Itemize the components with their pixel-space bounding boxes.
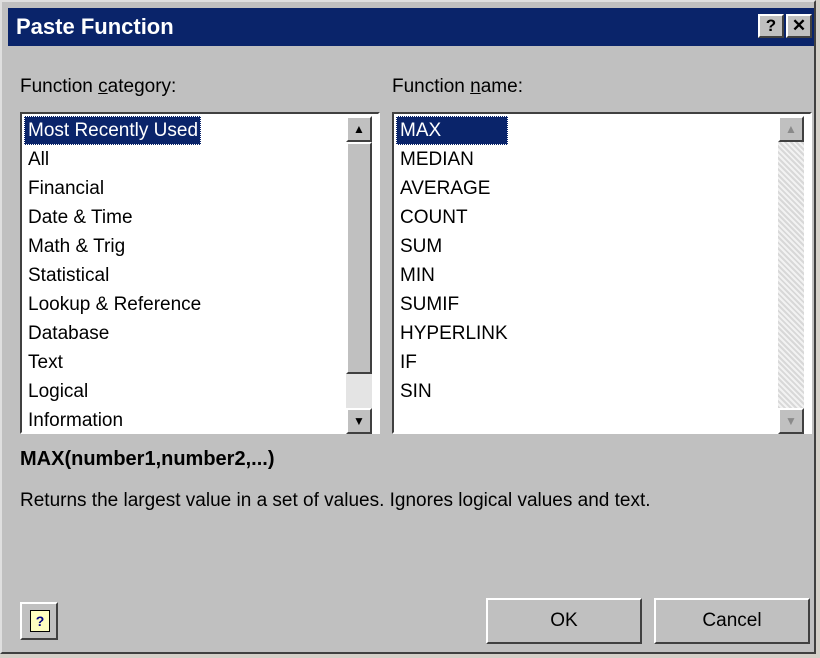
function-list-item[interactable]: SUM [396, 232, 508, 261]
category-list-item[interactable]: Most Recently Used [24, 116, 202, 145]
function-syntax: MAX(number1,number2,...) [20, 448, 275, 470]
close-button[interactable]: ✕ [786, 14, 812, 38]
cancel-button[interactable]: Cancel [654, 598, 810, 644]
function-list-item[interactable]: SUMIF [396, 290, 508, 319]
function-list-item[interactable]: MIN [396, 261, 508, 290]
category-list-item[interactable]: All [24, 145, 201, 174]
category-list-item[interactable]: Lookup & Reference [24, 290, 201, 319]
function-name-list[interactable]: MAX MEDIAN AVERAGE COUNT SUM MIN SUMIF HYPERLIN… [392, 112, 812, 434]
category-list-item[interactable]: Logical [24, 377, 201, 406]
category-list-item[interactable]: Statistical [24, 261, 201, 290]
category-list-item[interactable]: Financial [24, 174, 201, 203]
title-bar[interactable]: Paste Function ? ✕ [8, 8, 814, 46]
function-name-scroll-track [778, 142, 804, 408]
ok-button[interactable]: OK [486, 598, 642, 644]
category-list-item[interactable]: Date & Time [24, 203, 201, 232]
function-name-label: Function name: [392, 76, 523, 97]
function-list-item[interactable]: AVERAGE [396, 174, 508, 203]
function-list-item[interactable]: COUNT [396, 203, 508, 232]
function-list-item[interactable]: SIN [396, 377, 508, 406]
category-list-item[interactable]: Database [24, 319, 201, 348]
paste-function-dialog: Paste Function ? ✕ Function category: Mo… [0, 0, 816, 654]
function-list-item[interactable]: MEDIAN [396, 145, 508, 174]
category-scrollbar[interactable]: ▲ ▼ [346, 116, 372, 434]
title-help-button[interactable]: ? [758, 14, 784, 38]
dialog-title: Paste Function [16, 14, 174, 39]
scroll-down-arrow-icon[interactable]: ▼ [778, 408, 804, 434]
function-list-item[interactable]: HYPERLINK [396, 319, 508, 348]
category-list-item[interactable]: Math & Trig [24, 232, 201, 261]
help-question-icon: ? [30, 610, 50, 632]
category-scroll-track[interactable] [346, 142, 372, 408]
category-list-item[interactable]: Text [24, 348, 201, 377]
category-list-item[interactable]: Information [24, 406, 201, 435]
function-list-item[interactable]: MAX [396, 116, 508, 145]
category-scroll-thumb[interactable] [346, 142, 372, 374]
scroll-up-arrow-icon[interactable]: ▲ [346, 116, 372, 142]
function-name-scrollbar[interactable]: ▲ ▼ [778, 116, 804, 434]
function-category-label: Function category: [20, 76, 177, 97]
scroll-up-arrow-icon[interactable]: ▲ [778, 116, 804, 142]
function-description: Returns the largest value in a set of va… [20, 490, 651, 511]
office-assistant-help-button[interactable]: ? [20, 602, 58, 640]
function-list-item[interactable]: IF [396, 348, 508, 377]
function-category-list[interactable]: Most Recently Used All Financial Date & Tim… [20, 112, 380, 434]
scroll-down-arrow-icon[interactable]: ▼ [346, 408, 372, 434]
